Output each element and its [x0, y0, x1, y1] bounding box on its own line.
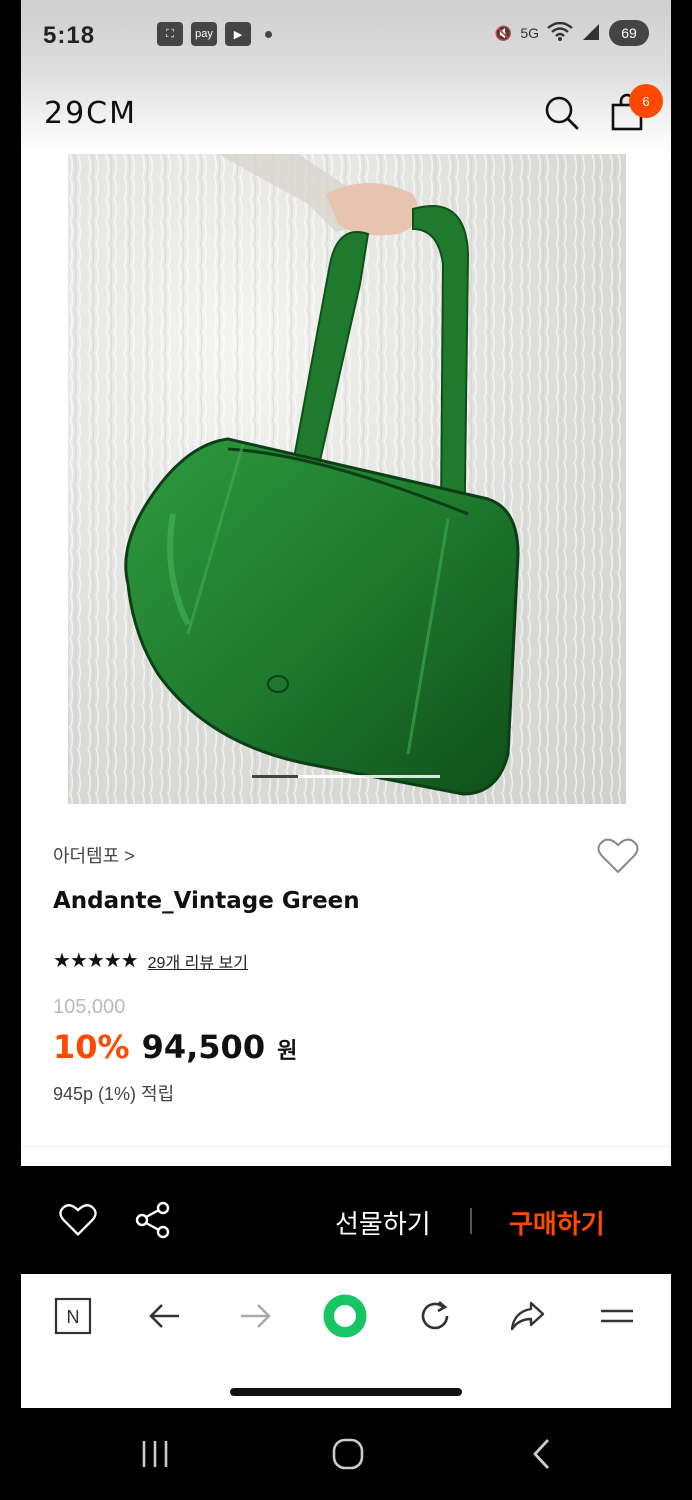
forward-arrow-icon[interactable] — [233, 1294, 277, 1338]
current-page-marker — [252, 775, 298, 778]
more-notifications-dot — [265, 30, 272, 38]
image-page-indicator — [252, 775, 440, 778]
status-time: 5:18 — [43, 22, 96, 49]
rating-row: ★★★★★ 29개 리뷰 보기 — [53, 948, 248, 973]
share-icon[interactable] — [133, 1200, 173, 1240]
button-separator — [470, 1208, 472, 1234]
currency-label: 원 — [277, 1038, 298, 1063]
signal-icon — [581, 22, 601, 45]
discount-rate: 10% — [53, 1028, 130, 1066]
divider — [21, 1146, 671, 1147]
status-bar: 5:18 ⛶ pay ▶ 🔇 5G 69 — [21, 0, 671, 72]
buy-button[interactable]: 구매하기 — [509, 1204, 605, 1241]
wishlist-heart-icon[interactable] — [59, 1202, 97, 1238]
notification-icons: ⛶ pay ▶ — [157, 22, 272, 46]
star-rating: ★★★★★ — [53, 950, 139, 972]
refresh-icon[interactable] — [413, 1294, 457, 1338]
wifi-icon — [547, 21, 573, 45]
product-name: Andante_Vintage Green — [53, 888, 360, 914]
reviews-link[interactable]: 29개 리뷰 보기 — [148, 949, 248, 973]
home-indicator[interactable] — [230, 1388, 462, 1396]
brand-link[interactable]: 아더템포 > — [53, 842, 135, 868]
menu-icon[interactable] — [595, 1294, 639, 1338]
gift-button[interactable]: 선물하기 — [335, 1204, 431, 1241]
recent-apps-icon[interactable] — [135, 1434, 175, 1474]
brand-logo[interactable]: 29CM — [44, 96, 137, 131]
android-nav-bar — [0, 1408, 692, 1500]
original-price: 105,000 — [53, 996, 126, 1018]
back-arrow-icon[interactable] — [143, 1294, 187, 1338]
naver-home-button[interactable]: N — [51, 1294, 95, 1338]
youtube-icon: ▶ — [225, 22, 251, 46]
status-right: 🔇 5G 69 — [495, 20, 649, 46]
battery-indicator: 69 — [609, 20, 649, 46]
product-image[interactable] — [68, 154, 626, 804]
naver-label: N — [67, 1307, 80, 1327]
search-icon[interactable] — [543, 94, 581, 132]
home-icon[interactable] — [328, 1434, 368, 1474]
reward-points: 945p (1%) 적립 — [53, 1084, 175, 1104]
mute-icon: 🔇 — [494, 24, 513, 41]
cart-count-badge: 6 — [629, 84, 663, 118]
back-icon[interactable] — [522, 1434, 562, 1474]
bag-illustration — [68, 154, 626, 804]
pay-icon: pay — [191, 22, 217, 46]
app-header: 29CM 6 — [21, 72, 671, 154]
price-row: 10% 94,500 원 — [53, 1028, 297, 1066]
sale-price: 94,500 — [141, 1028, 266, 1066]
share-arrow-icon[interactable] — [505, 1294, 549, 1338]
screenshot-icon: ⛶ — [157, 22, 183, 46]
network-label: 5G — [520, 25, 539, 41]
heart-icon[interactable] — [597, 836, 639, 876]
app-screen: 5:18 ⛶ pay ▶ 🔇 5G 69 29CM 6 아더템포 > Andan… — [21, 0, 671, 1408]
green-dot-icon[interactable] — [323, 1294, 367, 1338]
purchase-bar: 선물하기 구매하기 — [21, 1166, 671, 1274]
